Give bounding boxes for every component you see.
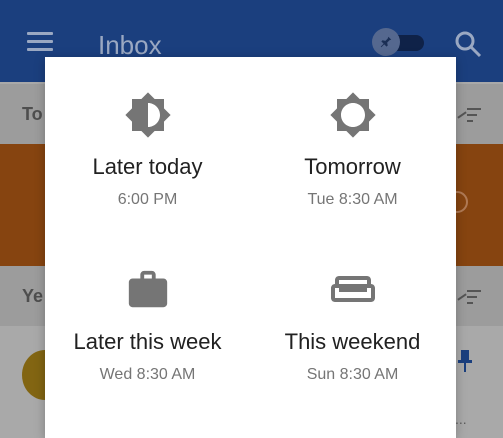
pinned-toggle[interactable]	[372, 28, 424, 56]
section-label: Ye	[22, 286, 44, 306]
option-label: This weekend	[284, 329, 421, 354]
pin-icon[interactable]	[458, 350, 472, 372]
option-time: Wed 8:30 AM	[99, 366, 196, 383]
search-icon[interactable]	[454, 30, 482, 58]
snooze-option-tomorrow[interactable]: Tomorrow Tue 8:30 AM	[250, 57, 455, 217]
pin-icon	[372, 28, 400, 56]
sofa-icon	[330, 276, 375, 302]
option-label: Tomorrow	[304, 154, 401, 179]
snooze-option-this-weekend[interactable]: This weekend Sun 8:30 AM	[250, 232, 455, 392]
snooze-option-later-this-week[interactable]: Later this week Wed 8:30 AM	[45, 232, 250, 392]
list-item-snippet: ...	[455, 411, 467, 427]
option-time: 6:00 PM	[117, 191, 178, 208]
sweep-icon[interactable]	[455, 102, 481, 124]
option-time: Tue 8:30 AM	[307, 191, 398, 208]
sweep-icon[interactable]	[455, 284, 481, 306]
snooze-option-later-today[interactable]: Later today 6:00 PM	[45, 57, 250, 217]
option-label: Later this week	[73, 329, 222, 354]
option-time: Sun 8:30 AM	[306, 366, 399, 383]
section-label: To	[22, 104, 43, 124]
snooze-dialog: Later today 6:00 PM Tomorrow Tue 8:30 AM…	[45, 57, 456, 438]
brightness-sun-icon	[329, 92, 376, 138]
brightness-half-icon	[124, 92, 171, 138]
menu-icon[interactable]	[27, 32, 53, 52]
option-label: Later today	[92, 154, 203, 179]
briefcase-icon	[128, 270, 167, 308]
